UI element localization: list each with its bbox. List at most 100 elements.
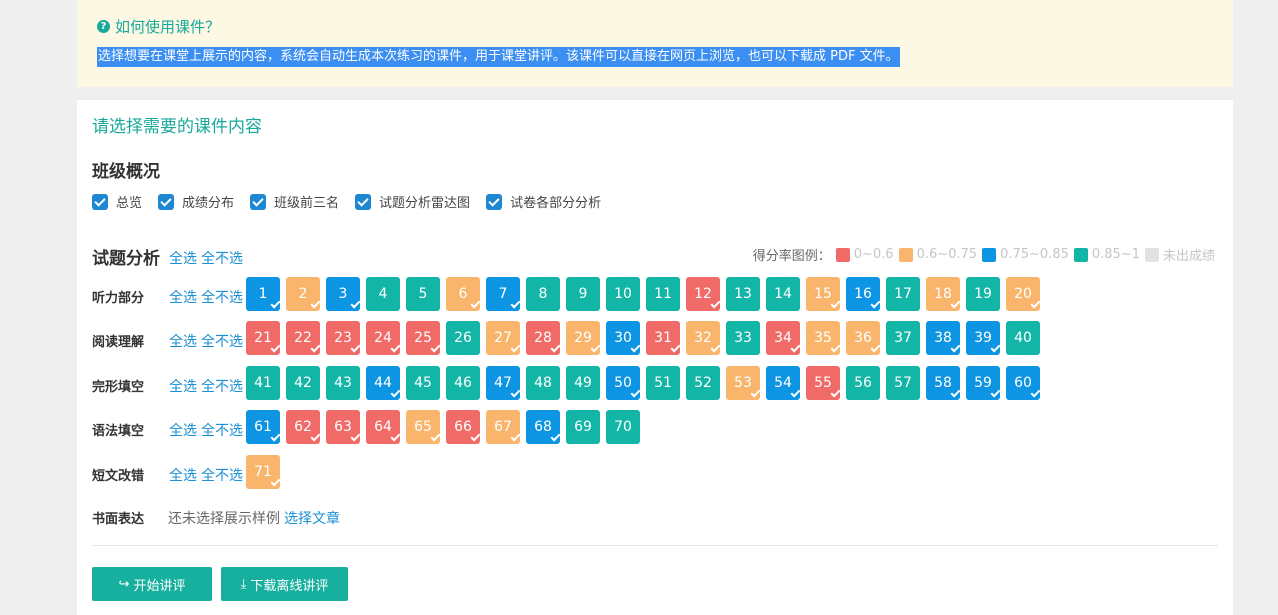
question-tile[interactable]: 34 [766,321,801,355]
overview-option[interactable]: 总览 [92,192,142,211]
checkbox-checked-icon[interactable] [486,193,503,210]
section-select-all[interactable]: 全选 [169,290,197,306]
question-tile[interactable]: 43 [326,366,360,400]
question-tile[interactable]: 27 [486,321,521,355]
question-tile[interactable]: 29 [566,321,601,355]
question-tile[interactable]: 44 [366,366,401,400]
question-tile[interactable]: 15 [806,277,841,311]
start-review-button[interactable]: ↪ 开始讲评 [92,567,212,601]
section-select-all[interactable]: 全选 [169,468,197,484]
question-tile[interactable]: 40 [1006,321,1040,355]
question-tile[interactable]: 70 [606,410,640,444]
question-tile[interactable]: 56 [846,366,880,400]
question-tile[interactable]: 13 [726,277,760,311]
question-tile[interactable]: 35 [806,321,841,355]
question-tile[interactable]: 62 [286,410,321,444]
question-tile[interactable]: 17 [886,277,920,311]
overview-option[interactable]: 班级前三名 [250,192,339,211]
question-tile[interactable]: 49 [566,366,600,400]
question-tile[interactable]: 58 [926,366,961,400]
download-offline-button[interactable]: ⤓ 下载离线讲评 [221,567,348,601]
question-tile[interactable]: 67 [486,410,521,444]
question-tile[interactable]: 25 [406,321,441,355]
question-tile[interactable]: 3 [326,277,361,311]
question-tile[interactable]: 42 [286,366,320,400]
question-tile[interactable]: 9 [566,277,600,311]
question-tile[interactable]: 37 [886,321,920,355]
question-tile[interactable]: 59 [966,366,1001,400]
overview-option[interactable]: 试题分析雷达图 [355,192,470,211]
question-tile[interactable]: 18 [926,277,961,311]
select-article-link[interactable]: 选择文章 [284,511,340,527]
question-tile[interactable]: 11 [646,277,680,311]
question-tile[interactable]: 46 [446,366,480,400]
question-tile[interactable]: 24 [366,321,401,355]
question-tile[interactable]: 26 [446,321,480,355]
section-select-none[interactable]: 全不选 [201,334,243,350]
section-select-all[interactable]: 全选 [169,423,197,439]
question-tile[interactable]: 4 [366,277,400,311]
question-tile[interactable]: 7 [486,277,521,311]
analysis-title: 试题分析 [92,249,160,269]
question-tile[interactable]: 51 [646,366,680,400]
question-tile[interactable]: 38 [926,321,961,355]
question-tile[interactable]: 1 [246,277,281,311]
question-tile[interactable]: 52 [686,366,720,400]
question-tile[interactable]: 68 [526,410,561,444]
question-tile[interactable]: 41 [246,366,280,400]
question-tile[interactable]: 30 [606,321,641,355]
question-tile[interactable]: 47 [486,366,521,400]
question-tile[interactable]: 36 [846,321,881,355]
section-select-none[interactable]: 全不选 [201,379,243,395]
question-tile[interactable]: 23 [326,321,361,355]
question-tile[interactable]: 33 [726,321,760,355]
section-select-none[interactable]: 全不选 [201,290,243,306]
overview-option[interactable]: 试卷各部分分析 [486,192,601,211]
question-tile[interactable]: 50 [606,366,641,400]
section-select-none[interactable]: 全不选 [201,468,243,484]
question-tile[interactable]: 54 [766,366,801,400]
analysis-select-none[interactable]: 全不选 [201,251,243,267]
section-select-all[interactable]: 全选 [169,334,197,350]
question-tile[interactable]: 8 [526,277,560,311]
question-tile[interactable]: 5 [406,277,440,311]
checkbox-checked-icon[interactable] [355,193,372,210]
overview-option[interactable]: 成绩分布 [158,192,234,211]
question-tile[interactable]: 16 [846,277,881,311]
question-tile[interactable]: 32 [686,321,721,355]
question-tile[interactable]: 6 [446,277,481,311]
question-tile[interactable]: 28 [526,321,561,355]
question-tile[interactable]: 53 [726,366,761,400]
question-tile[interactable]: 57 [886,366,920,400]
question-tile[interactable]: 22 [286,321,321,355]
legend-item: 0.75~0.85 [982,247,1069,262]
analysis-select-all[interactable]: 全选 [169,251,197,267]
question-tile[interactable]: 12 [686,277,721,311]
section-select-all[interactable]: 全选 [169,379,197,395]
section-select-none[interactable]: 全不选 [201,423,243,439]
question-tile[interactable]: 63 [326,410,361,444]
question-tile[interactable]: 10 [606,277,640,311]
question-number: 45 [414,375,432,391]
question-tile[interactable]: 31 [646,321,681,355]
question-tile[interactable]: 14 [766,277,800,311]
checkbox-checked-icon[interactable] [92,193,108,210]
question-tile[interactable]: 20 [1006,277,1041,311]
question-tile[interactable]: 61 [246,410,281,444]
checkbox-checked-icon[interactable] [158,193,175,210]
question-tile[interactable]: 21 [246,321,281,355]
question-tile[interactable]: 64 [366,410,401,444]
checkbox-checked-icon[interactable] [250,193,267,210]
question-tile[interactable]: 55 [806,366,841,400]
question-tile[interactable]: 71 [246,455,281,489]
question-tile[interactable]: 66 [446,410,481,444]
question-tile[interactable]: 39 [966,321,1001,355]
checkmark-icon [270,298,281,309]
question-tile[interactable]: 65 [406,410,441,444]
question-tile[interactable]: 48 [526,366,560,400]
question-tile[interactable]: 60 [1006,366,1041,400]
question-tile[interactable]: 45 [406,366,440,400]
question-tile[interactable]: 69 [566,410,600,444]
question-tile[interactable]: 19 [966,277,1000,311]
question-tile[interactable]: 2 [286,277,321,311]
